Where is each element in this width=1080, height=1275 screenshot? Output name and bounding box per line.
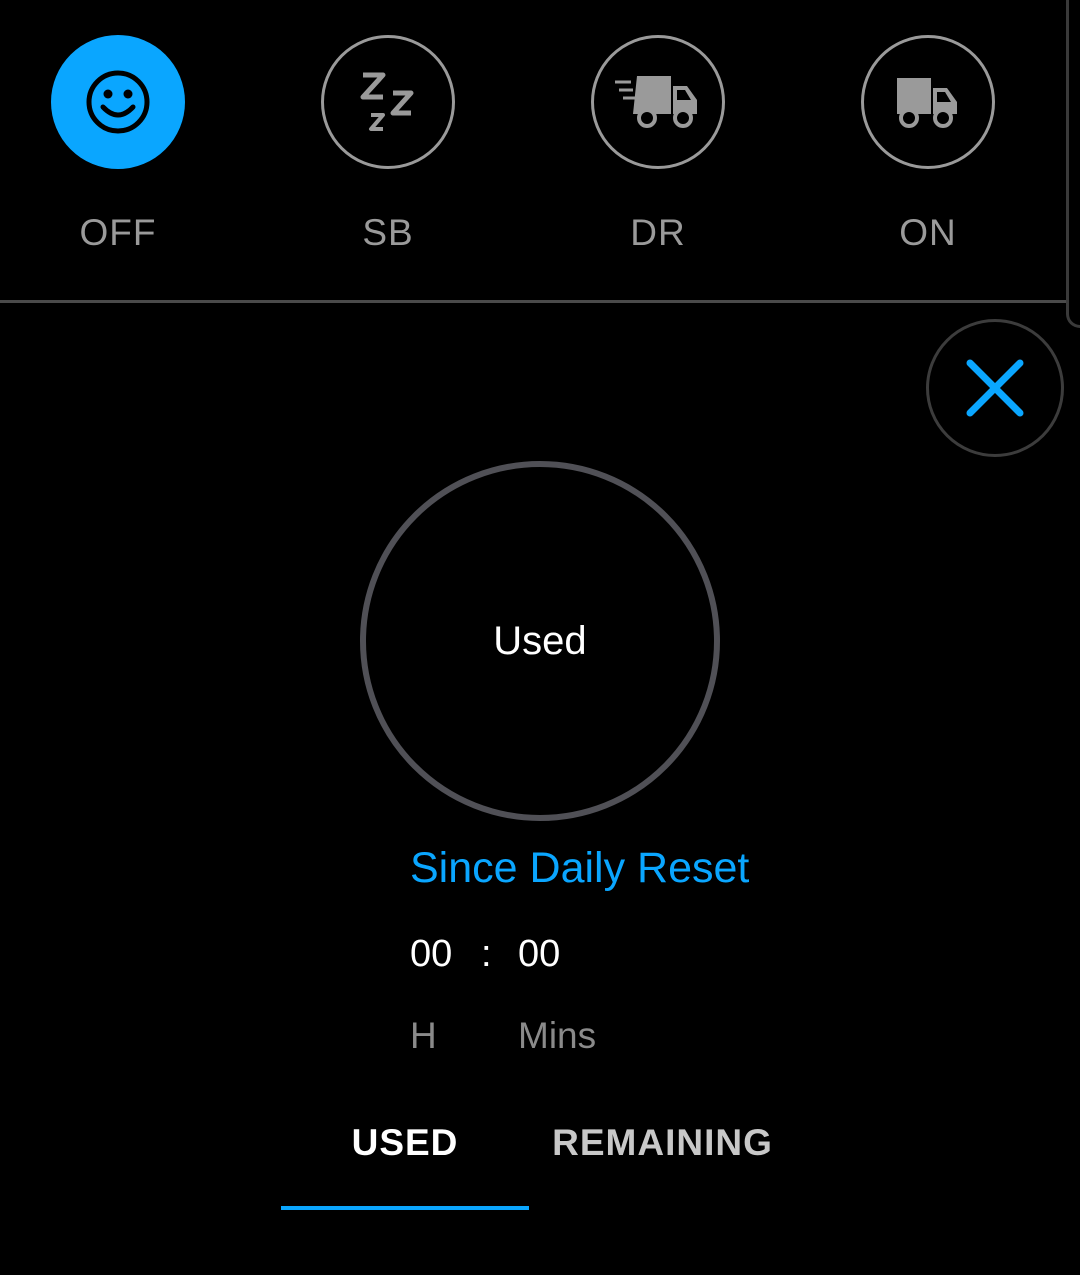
tab-remaining[interactable]: REMAINING: [540, 1122, 785, 1164]
sleep-zzz-icon: [360, 72, 414, 131]
period-title: Since Daily Reset: [410, 844, 750, 892]
status-label-on: ON: [899, 212, 957, 253]
close-button[interactable]: [926, 319, 1064, 457]
status-label-sb: SB: [362, 212, 414, 253]
smiley-face-icon: [86, 70, 150, 134]
status-button-dr[interactable]: [591, 35, 725, 169]
status-label-off: OFF: [79, 212, 157, 253]
status-button-off[interactable]: [51, 35, 185, 169]
truck-icon: [897, 78, 957, 128]
close-icon: [966, 359, 1024, 417]
tab-selected-indicator: [281, 1206, 529, 1210]
scrollbar[interactable]: [1066, 0, 1080, 328]
truck-driving-icon: [615, 76, 697, 128]
duty-status-selector: OFF SB DR ON: [0, 0, 1066, 300]
status-button-on[interactable]: [861, 35, 995, 169]
hours-unit-label: H: [410, 1015, 437, 1056]
time-separator: :: [481, 933, 492, 975]
status-label-dr: DR: [630, 212, 686, 253]
hours-gauge: Used: [360, 461, 720, 821]
tab-used[interactable]: USED: [281, 1122, 529, 1164]
gauge-label: Used: [493, 618, 587, 663]
status-button-sb[interactable]: [321, 35, 455, 169]
minutes-value: 00: [518, 933, 561, 975]
header-divider: [0, 300, 1066, 303]
hours-value: 00: [410, 933, 453, 975]
minutes-unit-label: Mins: [518, 1015, 597, 1056]
